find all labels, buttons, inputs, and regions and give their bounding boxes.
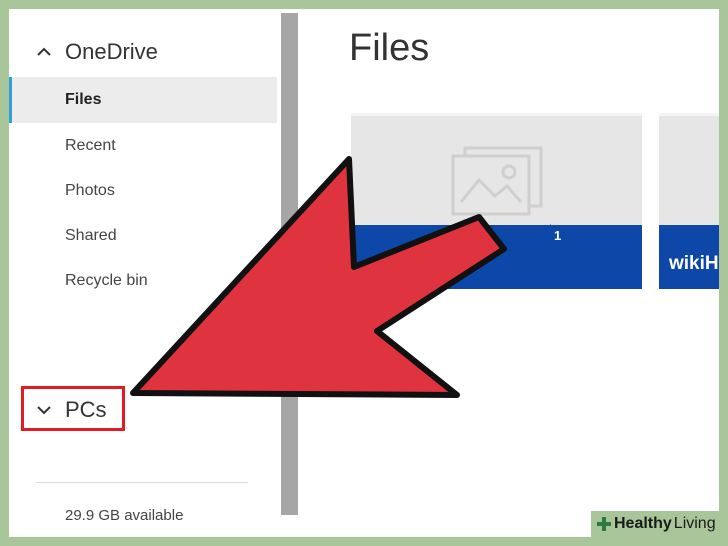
plus-leaf-icon	[597, 517, 611, 531]
image-placeholder-icon	[451, 146, 543, 216]
tile-name-band	[351, 225, 642, 289]
sidebar: OneDrive Files Recent Photos Shared Recy…	[9, 9, 277, 537]
sidebar-item-shared[interactable]: Shared	[9, 213, 277, 259]
tile-item-count: 1	[554, 228, 562, 243]
sidebar-item-label: Shared	[65, 227, 117, 244]
sidebar-item-photos[interactable]: Photos	[9, 168, 277, 214]
folder-tile[interactable]: wikiH	[659, 113, 719, 289]
scrollbar-thumb[interactable]	[281, 13, 298, 515]
sidebar-item-recent[interactable]: Recent	[9, 123, 277, 169]
folder-tile[interactable]: 1	[351, 113, 642, 289]
onedrive-window: OneDrive Files Recent Photos Shared Recy…	[9, 9, 719, 537]
sidebar-item-label: Files	[65, 91, 102, 108]
logo-word-living: Living	[673, 515, 716, 532]
page-title: Files	[349, 27, 430, 69]
tile-count-badge	[529, 224, 551, 246]
sidebar-item-files[interactable]: Files	[9, 77, 277, 123]
sidebar-divider	[36, 482, 248, 483]
tile-name-band: wikiH	[659, 225, 719, 289]
pcs-highlight-box	[21, 386, 125, 431]
onedrive-label: OneDrive	[65, 39, 158, 64]
storage-available-text: 29.9 GB available	[65, 507, 184, 524]
tile-name: wikiH	[669, 253, 719, 274]
sidebar-item-label: Photos	[65, 182, 115, 199]
logo-word-healthy: Healthy	[614, 515, 672, 532]
chevron-up-icon	[37, 47, 51, 56]
sidebar-item-label: Recent	[65, 137, 116, 154]
main-content: Files 1 wikiH	[301, 9, 719, 537]
onedrive-section-toggle[interactable]: OneDrive	[35, 39, 158, 65]
sidebar-item-label: Recycle bin	[65, 272, 148, 289]
healthy-living-logo: Healthy Living	[591, 511, 719, 537]
sidebar-item-recycle-bin[interactable]: Recycle bin	[9, 258, 277, 304]
